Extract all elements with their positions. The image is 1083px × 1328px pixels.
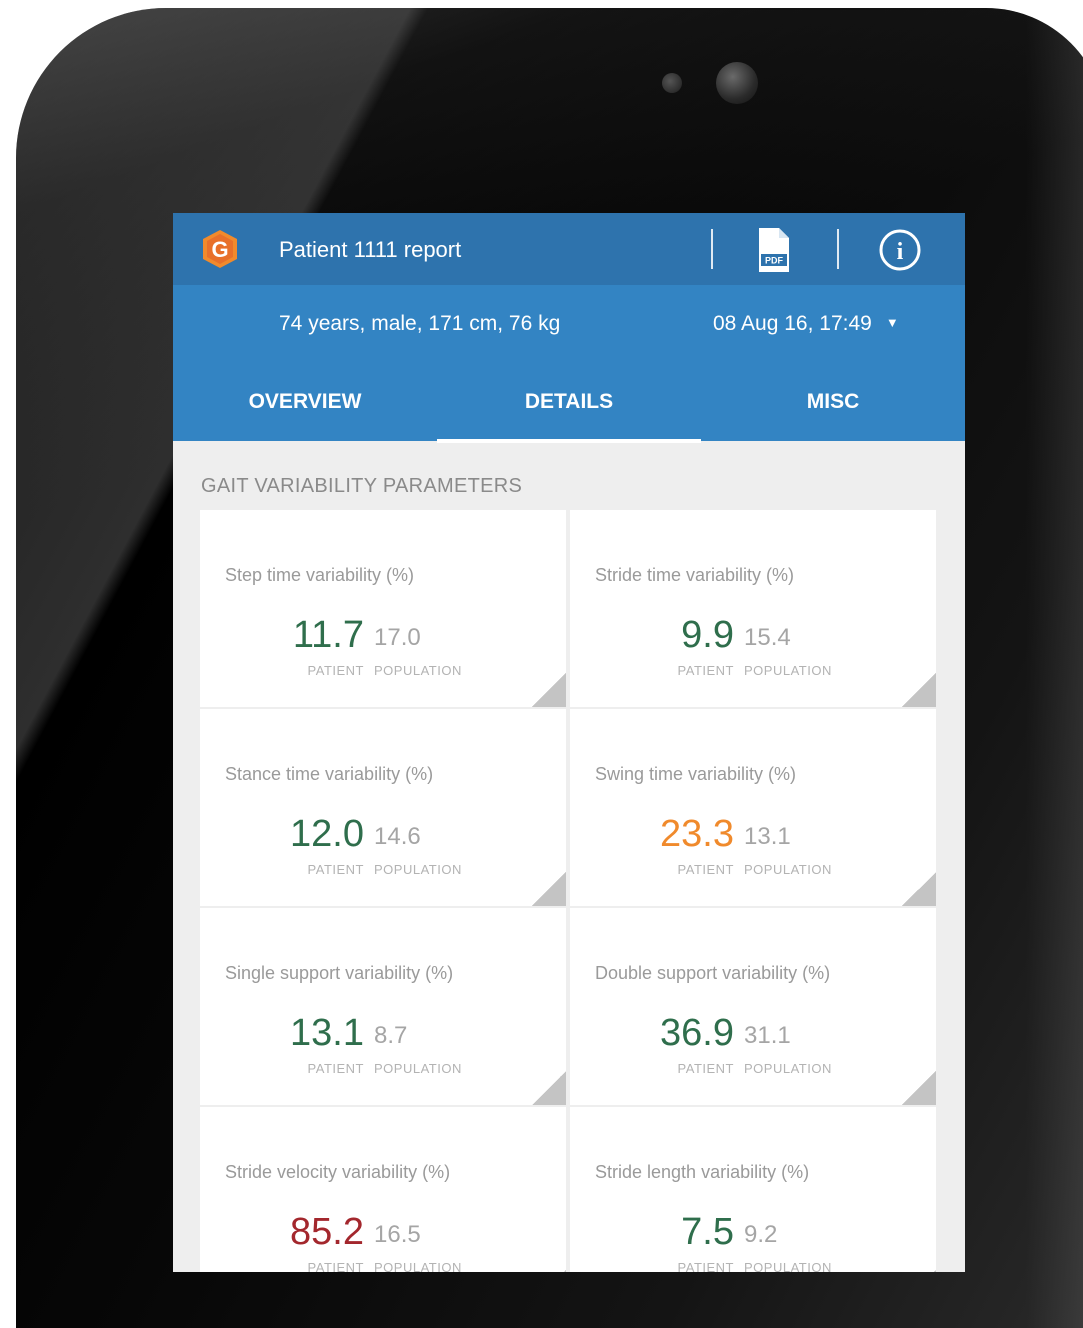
parameter-label: Stance time variability (%) <box>225 764 434 784</box>
patient-value: 13.1 <box>290 1012 364 1054</box>
parameter-card[interactable]: Step time variability (%) 11.7 17.0 PATIENT… <box>200 510 566 707</box>
parameter-card[interactable]: Swing time variability (%) 23.3 13.1 PATIEN… <box>570 709 936 906</box>
tab-details[interactable]: DETAILS <box>437 363 701 441</box>
tablet-edge-highlight <box>1026 8 1083 1328</box>
parameter-card[interactable]: Stride time variability (%) 9.9 15.4 PATIEN… <box>570 510 936 707</box>
parameter-label: Single support variability (%) <box>225 963 454 983</box>
app-bar: G Patient 1111 report PDF i <box>173 213 965 285</box>
parameter-label: Stride time variability (%) <box>595 565 795 585</box>
population-caption: POPULATION <box>744 663 832 678</box>
expand-corner-icon[interactable] <box>902 1071 936 1105</box>
patient-value: 9.9 <box>681 614 734 656</box>
patient-caption: PATIENT <box>307 1260 364 1272</box>
expand-corner-icon[interactable] <box>902 673 936 707</box>
parameter-label: Swing time variability (%) <box>595 764 797 784</box>
expand-corner-icon[interactable] <box>532 673 566 707</box>
toolbar-divider <box>711 229 713 269</box>
parameter-grid: Step time variability (%) 11.7 17.0 PATIENT… <box>200 510 936 1272</box>
app-screen: G Patient 1111 report PDF i 74 years, ma… <box>173 213 965 1272</box>
parameter-card[interactable]: Stance time variability (%) 12.0 14.6 PATIE… <box>200 709 566 906</box>
patient-caption: PATIENT <box>677 1260 734 1272</box>
logo-letter: G <box>211 237 228 262</box>
patient-caption: PATIENT <box>677 1061 734 1076</box>
population-value: 17.0 <box>374 624 421 651</box>
parameter-label: Double support variability (%) <box>595 963 831 983</box>
patient-value: 85.2 <box>290 1211 364 1253</box>
patient-summary: 74 years, male, 171 cm, 76 kg <box>279 312 561 335</box>
patient-caption: PATIENT <box>307 862 364 877</box>
session-dropdown[interactable]: 08 Aug 16, 17:49 ▼ <box>713 312 899 336</box>
parameter-label: Stride length variability (%) <box>595 1162 810 1182</box>
patient-caption: PATIENT <box>677 663 734 678</box>
camera-icon <box>716 62 758 104</box>
page-title: Patient 1111 report <box>279 237 462 262</box>
population-value: 8.7 <box>374 1022 408 1049</box>
population-caption: POPULATION <box>374 1061 462 1076</box>
parameter-card[interactable]: Stride length variability (%) 7.5 9.2 PATIE… <box>570 1107 936 1272</box>
parameter-card[interactable]: Single support variability (%) 13.1 8.7 PAT… <box>200 908 566 1105</box>
population-caption: POPULATION <box>744 862 832 877</box>
population-value: 16.5 <box>374 1221 421 1248</box>
population-value: 31.1 <box>744 1022 791 1049</box>
tab-misc[interactable]: MISC <box>701 363 965 441</box>
toolbar-divider <box>837 229 839 269</box>
chevron-down-icon: ▼ <box>885 315 899 330</box>
pdf-export-button[interactable]: PDF <box>751 226 795 274</box>
active-tab-indicator <box>437 439 701 443</box>
population-caption: POPULATION <box>374 663 462 678</box>
patient-caption: PATIENT <box>677 862 734 877</box>
expand-corner-icon[interactable] <box>902 872 936 906</box>
population-caption: POPULATION <box>374 1260 462 1272</box>
tab-overview[interactable]: OVERVIEW <box>173 363 437 441</box>
parameter-label: Step time variability (%) <box>225 565 415 585</box>
population-caption: POPULATION <box>744 1061 832 1076</box>
parameter-card[interactable]: Double support variability (%) 36.9 31.1 PA… <box>570 908 936 1105</box>
population-caption: POPULATION <box>374 862 462 877</box>
info-circle-icon[interactable]: i <box>877 227 923 273</box>
g-logo-icon: G <box>203 230 237 268</box>
pdf-glyph-text: PDF <box>765 256 784 266</box>
population-value: 9.2 <box>744 1221 778 1248</box>
population-value: 13.1 <box>744 823 791 850</box>
expand-corner-icon[interactable] <box>532 872 566 906</box>
session-date: 08 Aug 16, 17:49 <box>713 312 872 335</box>
population-caption: POPULATION <box>744 1260 832 1272</box>
patient-value: 36.9 <box>660 1012 734 1054</box>
patient-value: 11.7 <box>292 614 364 656</box>
sensor-icon <box>662 73 682 93</box>
population-value: 14.6 <box>374 823 421 850</box>
parameter-label: Stride velocity variability (%) <box>225 1162 451 1182</box>
patient-value: 12.0 <box>290 813 364 855</box>
patient-caption: PATIENT <box>307 663 364 678</box>
patient-value: 7.5 <box>681 1211 734 1253</box>
patient-caption: PATIENT <box>307 1061 364 1076</box>
expand-corner-icon[interactable] <box>532 1071 566 1105</box>
section-title: GAIT VARIABILITY PARAMETERS <box>201 475 523 497</box>
info-glyph: i <box>897 239 904 265</box>
parameter-card[interactable]: Stride velocity variability (%) 85.2 16.5 P… <box>200 1107 566 1272</box>
tab-bar: OVERVIEW DETAILS MISC <box>173 363 965 441</box>
patient-value: 23.3 <box>660 813 734 855</box>
patient-info-bar: 74 years, male, 171 cm, 76 kg 08 Aug 16,… <box>173 285 965 363</box>
population-value: 15.4 <box>744 624 791 651</box>
